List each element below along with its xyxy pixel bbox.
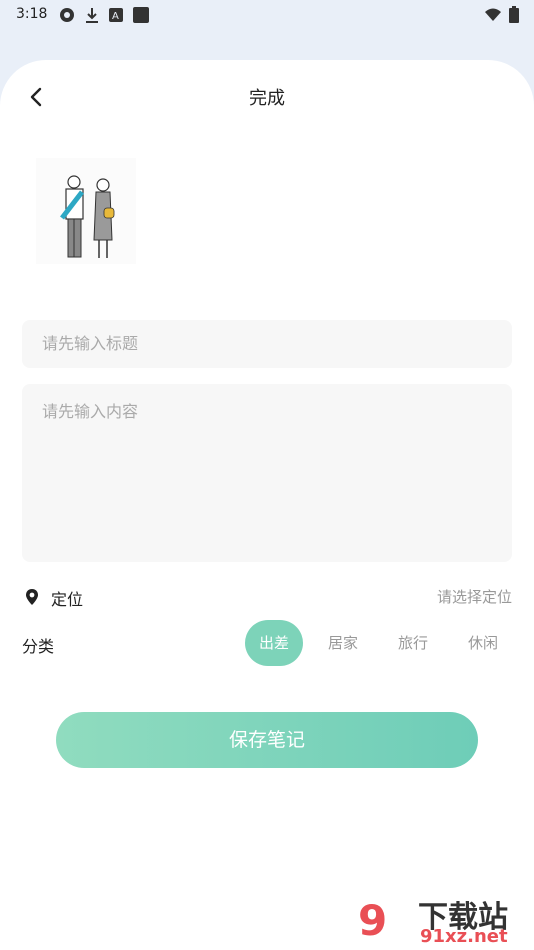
couple-illustration[interactable]	[36, 158, 136, 264]
watermark: 9 下载站 91xz.net	[358, 892, 528, 948]
sync-icon	[60, 8, 74, 22]
category-chip-home[interactable]: 居家	[314, 620, 372, 666]
notification-square-icon	[133, 7, 149, 23]
battery-icon	[509, 6, 519, 23]
category-chip-travel[interactable]: 旅行	[384, 620, 442, 666]
text-icon: A	[109, 8, 123, 22]
title-input[interactable]: 请先输入标题	[22, 320, 512, 368]
svg-text:A: A	[112, 11, 119, 22]
location-select[interactable]: 请选择定位	[437, 586, 512, 607]
download-icon	[86, 8, 98, 23]
page-title: 完成	[249, 88, 285, 109]
watermark-url: 91xz.net	[420, 926, 508, 947]
category-chip-leisure[interactable]: 休闲	[454, 620, 512, 666]
wifi-icon	[485, 8, 501, 21]
category-chip-business-trip[interactable]: 出差	[245, 620, 303, 666]
location-pin-icon	[26, 589, 38, 605]
status-bar: 3:18 A	[0, 0, 534, 32]
category-label: 分类	[22, 637, 55, 656]
watermark-logo: 9	[358, 896, 388, 945]
status-time: 3:18	[16, 6, 48, 22]
location-label: 定位	[51, 590, 84, 609]
save-note-button[interactable]: 保存笔记	[56, 712, 478, 768]
content-textarea[interactable]: 请先输入内容	[22, 384, 512, 562]
